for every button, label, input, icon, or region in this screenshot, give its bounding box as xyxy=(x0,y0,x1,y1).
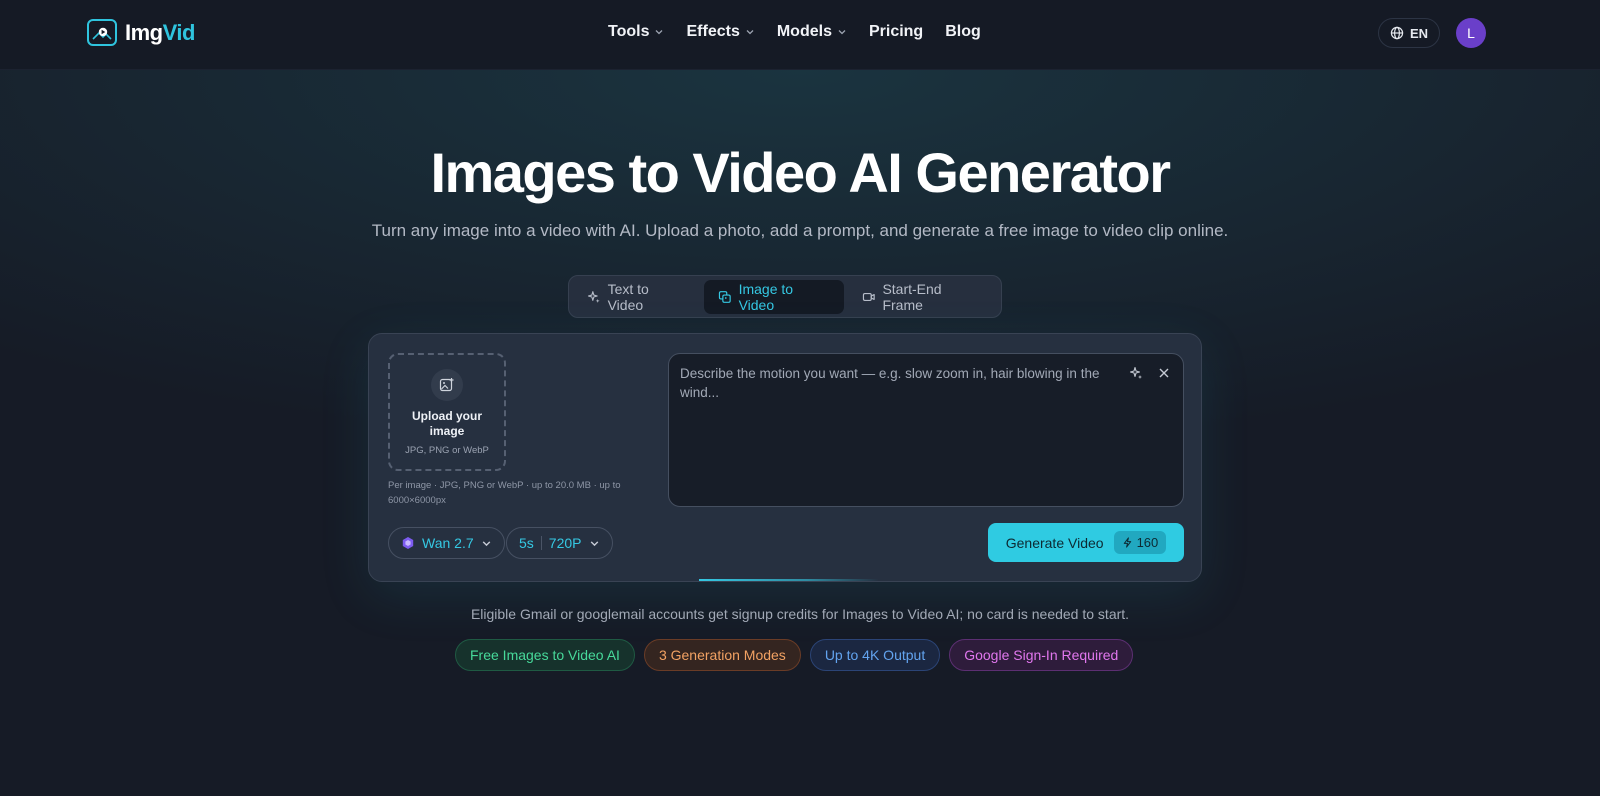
credits-cost-badge: 160 xyxy=(1113,531,1167,554)
tab-label: Start-End Frame xyxy=(882,280,942,313)
page-subtitle: Turn any image into a video with AI. Upl… xyxy=(371,221,1229,240)
logo-play-icon xyxy=(87,19,117,46)
generation-mode-tabs: Text to Video Image to Video Start-End F… xyxy=(568,275,1002,318)
upload-formats: JPG, PNG or WebP xyxy=(405,445,489,456)
top-navbar: ImgVid Tools Effects Models Pricing Blog… xyxy=(0,0,1600,70)
prompt-textarea[interactable]: Describe the motion you want — e.g. slow… xyxy=(668,353,1184,507)
image-upload-icon xyxy=(439,378,454,392)
magic-enhance-icon[interactable] xyxy=(1129,366,1143,380)
feature-badges: Free Images to Video AI 3 Generation Mod… xyxy=(455,639,1134,671)
upload-requirements: Per image · JPG, PNG or WebP · up to 20.… xyxy=(388,480,621,506)
generator-panel: Upload your image JPG, PNG or WebP Per i… xyxy=(368,333,1202,582)
nav-item-label: Effects xyxy=(686,23,740,40)
upload-icon-circle xyxy=(431,369,463,401)
model-selector[interactable]: Wan 2.7 xyxy=(388,527,505,559)
images-icon xyxy=(718,290,731,303)
duration-resolution-selector[interactable]: 5s 720P xyxy=(506,527,613,559)
chevron-down-icon xyxy=(838,30,846,35)
tab-label: Image to Video xyxy=(738,280,794,313)
prompt-actions xyxy=(1129,366,1171,380)
chevron-down-icon xyxy=(590,540,598,546)
nav-item-tools[interactable]: Tools xyxy=(608,23,664,41)
feature-badge: 3 Generation Modes xyxy=(643,639,801,671)
nav-item-label: Models xyxy=(776,23,832,40)
panel-accent-line xyxy=(699,579,879,581)
close-icon[interactable] xyxy=(1157,366,1171,380)
upload-title: Upload your image xyxy=(411,409,482,438)
language-switcher[interactable]: EN xyxy=(1378,18,1440,48)
brand-name: ImgVid xyxy=(125,19,195,45)
page-title: Images to Video AI Generator xyxy=(430,141,1171,204)
nav-item-label: Tools xyxy=(608,23,650,40)
credits-value: 160 xyxy=(1136,535,1159,550)
model-name: Wan 2.7 xyxy=(422,535,474,551)
feature-badge: Up to 4K Output xyxy=(809,639,941,671)
nav-item-effects[interactable]: Effects xyxy=(686,23,754,41)
video-camera-icon xyxy=(862,292,875,301)
globe-icon xyxy=(1390,26,1404,40)
tab-start-end-frame[interactable]: Start-End Frame xyxy=(848,280,997,314)
language-label: EN xyxy=(1409,25,1429,41)
user-avatar[interactable]: L xyxy=(1456,18,1486,48)
nav-item-label: Pricing xyxy=(868,23,924,40)
model-logo-icon xyxy=(402,537,414,549)
main-menu: Tools Effects Models Pricing Blog xyxy=(608,23,981,41)
tab-label: Text to Video xyxy=(607,280,649,313)
feature-badge: Google Sign-In Required xyxy=(949,639,1134,671)
prompt-placeholder: Describe the motion you want — e.g. slow… xyxy=(680,366,1100,400)
feature-badge: Free Images to Video AI xyxy=(455,639,635,671)
sparkles-icon xyxy=(587,290,600,303)
signup-credits-notice: Eligible Gmail or googlemail accounts ge… xyxy=(470,606,1130,622)
tab-image-to-video[interactable]: Image to Video xyxy=(703,279,844,314)
image-upload-dropzone[interactable]: Upload your image JPG, PNG or WebP xyxy=(388,353,506,471)
chevron-down-icon xyxy=(656,30,663,35)
chevron-down-icon xyxy=(482,540,490,546)
duration-value: 5s xyxy=(519,535,534,551)
lightning-icon xyxy=(1123,537,1131,548)
nav-item-blog[interactable]: Blog xyxy=(945,23,981,41)
generate-button-label: Generate Video xyxy=(1005,534,1104,551)
resolution-value: 720P xyxy=(548,535,582,551)
divider xyxy=(540,536,542,550)
nav-item-models[interactable]: Models xyxy=(777,23,847,41)
nav-item-pricing[interactable]: Pricing xyxy=(869,23,923,41)
generate-video-button[interactable]: Generate Video 160 xyxy=(988,523,1184,562)
brand-logo[interactable]: ImgVid xyxy=(87,19,195,46)
nav-item-label: Blog xyxy=(945,23,981,40)
tab-text-to-video[interactable]: Text to Video xyxy=(573,280,700,314)
chevron-down-icon xyxy=(746,30,754,35)
